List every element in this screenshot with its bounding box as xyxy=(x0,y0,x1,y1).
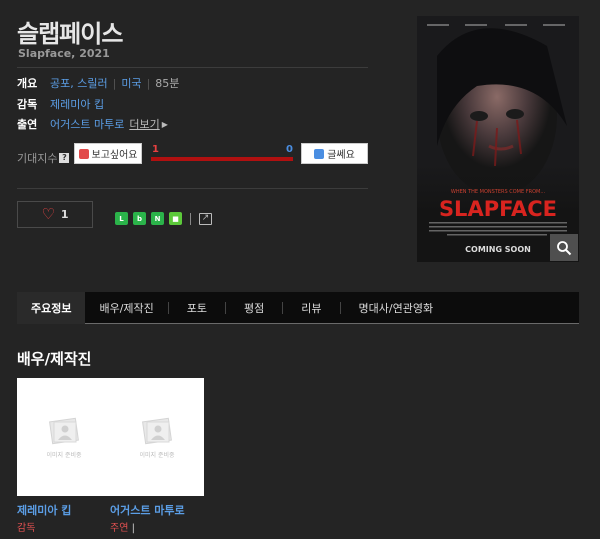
separator xyxy=(190,212,191,225)
want-count: 1 xyxy=(152,144,159,155)
image-placeholder-icon xyxy=(49,417,79,444)
anticipation-label: 기대지수 ? xyxy=(17,150,70,166)
anticipation-label-text: 기대지수 xyxy=(17,152,58,165)
cast-section-title: 배우/제작진 xyxy=(17,350,92,368)
person-role: 감독 xyxy=(17,523,36,534)
director-label: 감독 xyxy=(17,98,38,111)
want-to-see-label: 보고싶어요 xyxy=(91,150,138,161)
divider xyxy=(17,188,368,189)
tab-label: 리뷰 xyxy=(301,301,322,315)
overview-row: 개요 공포, 스릴러 | 미국 | 85분 xyxy=(17,75,179,91)
share-icon[interactable]: ↗ xyxy=(199,212,212,225)
person-card-actor[interactable]: 이미지 준비중 xyxy=(110,378,204,496)
line-icon[interactable]: L xyxy=(115,212,128,225)
tab-bar: 주요정보 배우/제작진 포토 평점 리뷰 명대사/연관영화 xyxy=(17,291,579,324)
tab-label: 명대사/연관영화 xyxy=(358,301,434,315)
like-button[interactable]: ♡ 1 xyxy=(17,201,93,228)
tab-label: 평점 xyxy=(244,301,265,315)
movie-title: 슬랩페이스 xyxy=(17,20,123,48)
tab-label: 배우/제작진 xyxy=(99,301,154,315)
movie-poster[interactable]: WHEN THE MONSTERS COME FROM... SLAPFACE … xyxy=(417,16,579,262)
director-row: 감독 제레미아 킵 xyxy=(17,96,104,112)
movie-original-title-year: Slapface, 2021 xyxy=(18,47,110,60)
overview-label: 개요 xyxy=(17,77,38,90)
note-icon[interactable]: ■ xyxy=(169,212,182,225)
tab-main-info[interactable]: 주요정보 xyxy=(17,291,86,324)
poster-artwork xyxy=(417,16,579,262)
zoom-button[interactable] xyxy=(550,234,578,261)
tab-review[interactable]: 리뷰 xyxy=(283,292,339,324)
person-role: 주연 | xyxy=(110,519,135,534)
genre-link[interactable]: 공포, 스릴러 xyxy=(50,75,108,91)
more-link[interactable]: 더보기 xyxy=(129,116,159,132)
cast-row: 출연 어거스트 마투로 더보기 ▶ xyxy=(17,116,168,132)
like-count: 1 xyxy=(60,208,69,221)
text-cursor: | xyxy=(131,523,135,534)
want-to-see-button[interactable]: 보고싶어요 xyxy=(74,143,142,164)
tab-cast-crew[interactable]: 배우/제작진 xyxy=(85,292,167,324)
magnifier-icon xyxy=(557,240,572,255)
cast-label: 출연 xyxy=(17,118,38,131)
tab-label: 포토 xyxy=(186,301,208,315)
separator: | xyxy=(112,76,117,90)
poster-title: SLAPFACE xyxy=(438,197,558,221)
not-sure-label: 글쎄요 xyxy=(327,150,355,161)
person-role-text: 주연 xyxy=(110,523,129,534)
divider xyxy=(17,67,368,68)
heart-icon: ♡ xyxy=(41,205,55,223)
bookmark-icon[interactable]: N xyxy=(151,212,164,225)
tab-rating[interactable]: 평점 xyxy=(226,292,282,324)
share-row: L b N ■ ↗ xyxy=(115,212,212,225)
runtime: 85분 xyxy=(155,77,180,90)
person-name-link[interactable]: 제레미아 킵 xyxy=(17,502,71,518)
poster-tagline: WHEN THE MONSTERS COME FROM... xyxy=(450,189,546,195)
image-placeholder-icon xyxy=(142,417,172,444)
thumbs-down-icon xyxy=(314,148,325,159)
anticipation-bar-fill xyxy=(151,157,293,161)
anticipation-bar xyxy=(151,157,293,161)
thumbs-up-icon xyxy=(78,148,89,159)
country-link[interactable]: 미국 xyxy=(121,75,141,91)
person-card-director[interactable]: 이미지 준비중 xyxy=(17,378,111,496)
director-link[interactable]: 제레미아 킵 xyxy=(50,96,104,112)
not-sure-button[interactable]: 글쎄요 xyxy=(301,143,368,164)
help-icon[interactable]: ? xyxy=(59,153,70,163)
person-name-link[interactable]: 어거스트 마투로 xyxy=(110,502,185,518)
band-icon[interactable]: b xyxy=(133,212,146,225)
placeholder-text: 이미지 준비중 xyxy=(139,451,175,459)
placeholder-text: 이미지 준비중 xyxy=(46,451,82,459)
triangle-right-icon: ▶ xyxy=(161,119,168,129)
separator: | xyxy=(146,76,151,90)
cast-link[interactable]: 어거스트 마투로 xyxy=(50,116,124,132)
tab-quotes-related[interactable]: 명대사/연관영화 xyxy=(341,292,452,324)
tab-label: 주요정보 xyxy=(31,301,72,315)
tab-photo[interactable]: 포토 xyxy=(169,292,225,324)
nope-count: 0 xyxy=(286,144,293,155)
